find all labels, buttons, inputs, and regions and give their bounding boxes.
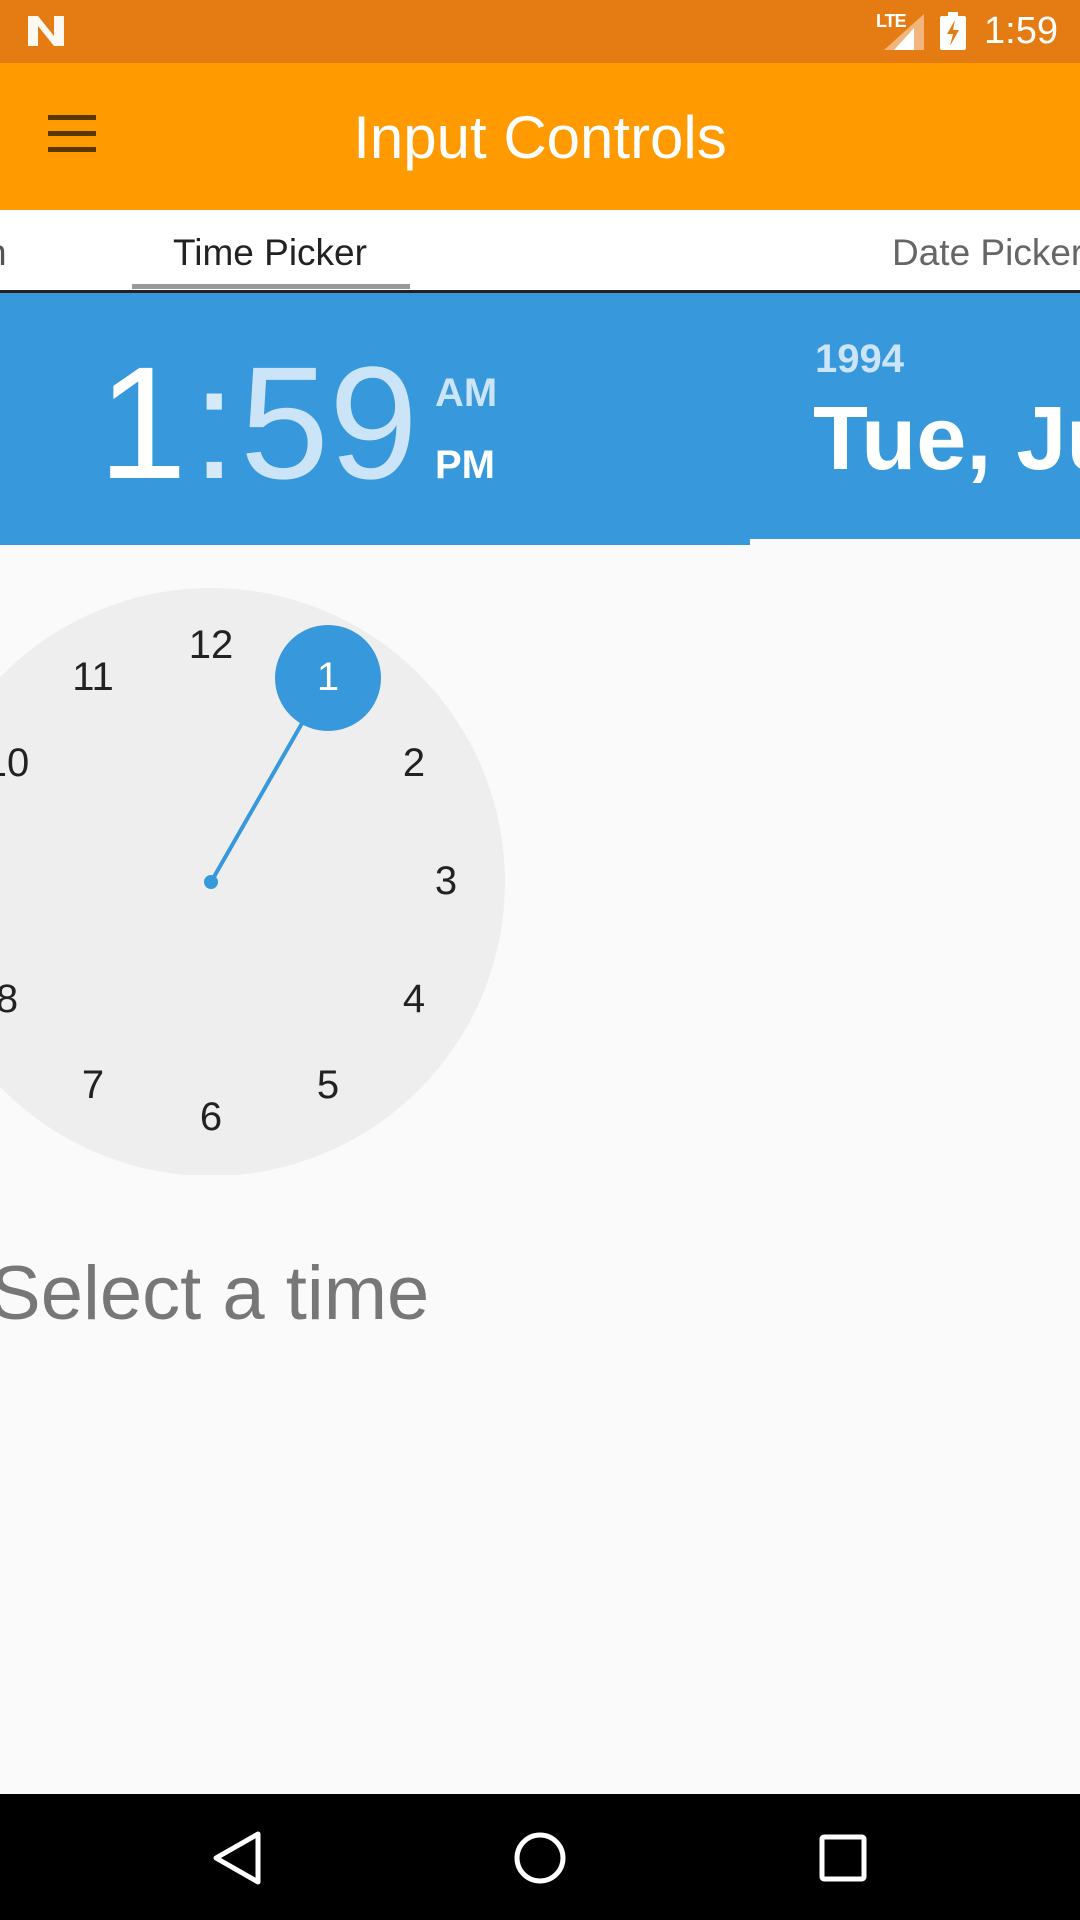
clock-center [204, 875, 218, 889]
dial-number-1[interactable]: 1 [317, 655, 339, 699]
date-display[interactable]: Tue, Ju [813, 388, 1080, 491]
dial-number-10[interactable]: 10 [0, 741, 29, 785]
clock-dial[interactable]: 12 1 2 3 4 5 6 7 8 9 10 11 [0, 585, 510, 1175]
year-display[interactable]: 1994 [815, 337, 904, 382]
recents-icon[interactable] [818, 1830, 868, 1886]
tab-bar: n Time Picker Date Picker [0, 210, 1080, 293]
battery-charging-icon [940, 12, 966, 50]
am-toggle[interactable]: AM [435, 371, 497, 416]
navigation-bar [0, 1794, 1080, 1920]
status-bar: LTE 1:59 [0, 0, 1080, 63]
dial-number-2[interactable]: 2 [403, 741, 425, 785]
dial-number-3[interactable]: 3 [435, 859, 457, 903]
n-logo-icon [28, 16, 64, 46]
pm-toggle[interactable]: PM [435, 443, 495, 488]
dial-number-8[interactable]: 8 [0, 977, 18, 1021]
dial-number-5[interactable]: 5 [317, 1063, 339, 1107]
app-bar: Input Controls [0, 63, 1080, 210]
app-title: Input Controls [353, 104, 727, 171]
tab-indicator [132, 284, 410, 289]
dial-number-6[interactable]: 6 [200, 1095, 222, 1139]
minute-display[interactable]: 59 [240, 331, 418, 515]
back-icon[interactable] [210, 1830, 266, 1886]
dial-number-4[interactable]: 4 [403, 977, 425, 1021]
hour-display[interactable]: 1 [98, 331, 187, 515]
tab-time-picker[interactable]: Time Picker [132, 232, 408, 274]
status-time: 1:59 [984, 10, 1058, 52]
tab-date-picker[interactable]: Date Picker [892, 232, 1080, 274]
dial-number-12[interactable]: 12 [189, 623, 234, 667]
dial-number-11[interactable]: 11 [72, 655, 114, 699]
tab-previous[interactable]: n [0, 232, 7, 274]
home-icon[interactable] [512, 1830, 568, 1886]
dial-number-7[interactable]: 7 [82, 1063, 104, 1107]
time-picker-header: 1 : 59 AM PM [0, 293, 750, 545]
date-picker-header: 1994 Tue, Ju [750, 293, 1080, 539]
signal-icon [884, 14, 924, 50]
select-time-label: Select a time [0, 1251, 430, 1336]
time-separator: : [192, 333, 237, 512]
